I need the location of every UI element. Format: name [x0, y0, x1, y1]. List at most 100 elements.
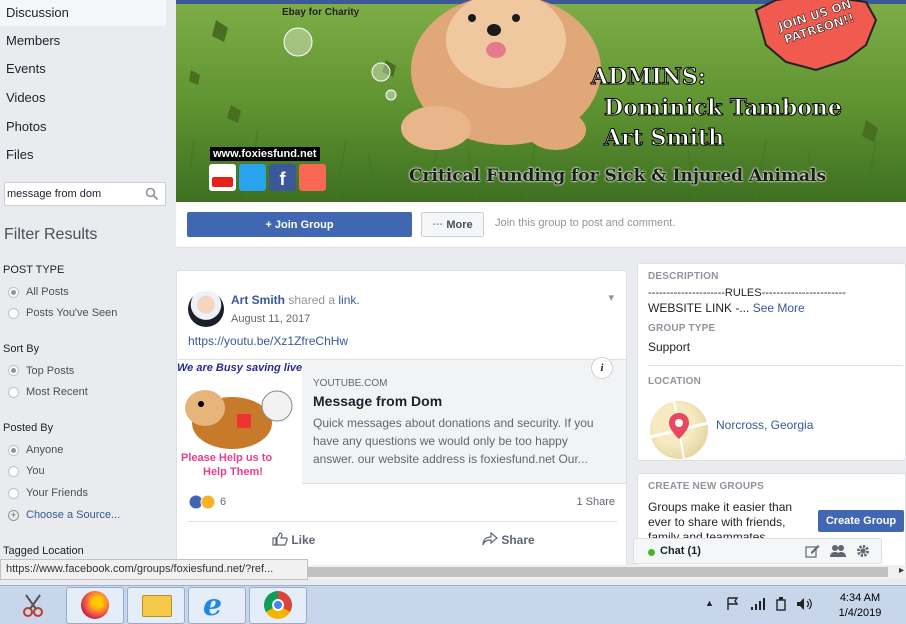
twitter-icon [239, 164, 266, 191]
chrome-icon [264, 591, 292, 619]
tagged-location-heading: Tagged Location [3, 545, 84, 557]
admin-name-1: Dominick Tambone [604, 95, 843, 122]
see-more-link[interactable]: See More [753, 301, 805, 315]
group-type-heading: GROUP TYPE [648, 323, 716, 334]
post-type-heading: POST TYPE [3, 264, 65, 276]
internet-explorer-button[interactable]: e [188, 587, 246, 624]
option-anyone[interactable]: Anyone [26, 444, 63, 456]
description-website: WEBSITE LINK -... [648, 301, 750, 315]
filter-results-heading: Filter Results [4, 226, 98, 243]
power-icon[interactable] [774, 597, 788, 614]
firefox-icon [81, 591, 109, 619]
facebook-icon: f [269, 164, 296, 191]
reaction-count[interactable]: 6 [220, 496, 226, 508]
show-hidden-icons-icon[interactable]: ▲ [705, 598, 714, 608]
author-verb: shared a [288, 293, 336, 307]
website-badge: www.foxiesfund.net [210, 147, 320, 161]
about-card: DESCRIPTION ---------------------RULES--… [637, 263, 906, 461]
thumbs-up-icon [272, 532, 288, 547]
scrollbar-thumb[interactable] [308, 567, 888, 577]
divider [648, 365, 903, 366]
shared-url-link[interactable]: https://youtu.be/Xz1ZfreChHw [188, 334, 348, 348]
nav-photos[interactable]: Photos [0, 114, 166, 140]
option-top-posts[interactable]: Top Posts [26, 365, 74, 377]
option-posts-seen[interactable]: Posts You've Seen [26, 307, 117, 319]
nav-files[interactable]: Files [0, 142, 166, 168]
signal-icon[interactable] [750, 597, 766, 614]
radio-your-friends[interactable] [8, 488, 19, 499]
horizontal-scrollbar[interactable]: ▸ [308, 565, 906, 579]
thumb-bottom-text-2: Help Them! [203, 466, 263, 478]
nav-videos[interactable]: Videos [0, 85, 166, 111]
browser-page: Discussion Members Events Videos Photos … [0, 0, 906, 624]
author-link[interactable]: Art Smith [231, 293, 285, 307]
nav-discussion[interactable]: Discussion [0, 0, 166, 26]
scroll-right-arrow-icon[interactable]: ▸ [899, 565, 904, 576]
chevron-down-icon[interactable]: ▾ [608, 291, 614, 304]
nav-members[interactable]: Members [0, 28, 166, 54]
snipping-tool-button[interactable] [4, 587, 62, 624]
system-clock[interactable]: 4:34 AM 1/4/2019 [825, 591, 895, 621]
choose-source-link[interactable]: Choose a Source... [26, 509, 120, 521]
file-explorer-button[interactable] [127, 587, 185, 624]
admins-label: ADMINS: [591, 64, 707, 91]
post-timestamp[interactable]: August 11, 2017 [231, 313, 310, 325]
share-button[interactable]: Share [482, 531, 535, 547]
group-cover-photo: Ebay for Charity JOIN US ON PATREON!! AD… [176, 0, 906, 202]
radio-all-posts[interactable] [8, 287, 19, 298]
firefox-button[interactable] [66, 587, 124, 624]
radio-most-recent[interactable] [8, 387, 19, 398]
reaction-icons[interactable] [188, 494, 218, 512]
group-chat-icon[interactable] [830, 544, 846, 561]
radio-posts-seen[interactable] [8, 308, 19, 319]
info-icon[interactable]: i [591, 357, 613, 379]
share-count[interactable]: 1 Share [576, 496, 615, 508]
group-action-bar: + Join Group ··· More Join this group to… [176, 202, 906, 248]
join-group-button[interactable]: + Join Group [187, 212, 412, 237]
radio-top-posts[interactable] [8, 365, 19, 376]
sort-by-heading: Sort By [3, 343, 40, 355]
option-most-recent[interactable]: Most Recent [26, 386, 88, 398]
radio-anyone[interactable] [8, 445, 19, 456]
online-status-dot [648, 549, 655, 556]
radio-you[interactable] [8, 466, 19, 477]
search-icon[interactable] [145, 187, 159, 204]
gear-icon[interactable] [856, 544, 870, 561]
posted-by-heading: Posted By [3, 422, 54, 434]
join-hint-text: Join this group to post and comment. [495, 217, 676, 229]
description-heading: DESCRIPTION [648, 271, 719, 282]
folder-icon [142, 595, 172, 617]
object-link[interactable]: link. [338, 293, 359, 307]
like-button[interactable]: Like [272, 532, 315, 547]
create-groups-heading: CREATE NEW GROUPS [648, 481, 764, 492]
ebay-charity-text: Ebay for Charity [282, 7, 360, 18]
cover-tagline: Critical Funding for Sick & Injured Anim… [409, 166, 827, 186]
preview-thumbnail[interactable]: We are Busy saving live Please Help us t… [177, 360, 302, 485]
link-preview[interactable]: We are Busy saving live Please Help us t… [177, 357, 626, 485]
clock-time: 4:34 AM [839, 592, 881, 604]
patreon-icon [299, 164, 326, 191]
chrome-button[interactable] [249, 587, 307, 624]
description-rules: ---------------------RULES--------------… [648, 287, 846, 299]
nav-events[interactable]: Events [0, 56, 166, 82]
scissors-icon [20, 593, 46, 622]
more-button[interactable]: ··· More [421, 212, 484, 237]
location-link[interactable]: Norcross, Georgia [716, 418, 813, 432]
plus-icon: + [8, 510, 19, 521]
chat-tab[interactable]: Chat (1) [633, 538, 882, 564]
compose-icon[interactable] [805, 544, 820, 561]
admin-name-2: Art Smith [603, 125, 725, 152]
more-dots-icon: ··· [432, 218, 447, 231]
group-search-input[interactable] [7, 186, 141, 202]
social-icons: f [209, 164, 327, 192]
flag-icon[interactable] [726, 597, 740, 614]
location-map[interactable] [650, 401, 708, 459]
option-you[interactable]: You [26, 465, 45, 477]
preview-title[interactable]: Message from Dom [313, 393, 442, 409]
thumb-top-text: We are Busy saving live [177, 362, 302, 374]
volume-icon[interactable] [796, 597, 812, 614]
option-your-friends[interactable]: Your Friends [26, 487, 88, 499]
avatar[interactable] [188, 291, 224, 327]
option-all-posts[interactable]: All Posts [26, 286, 69, 298]
create-group-button[interactable]: Create Group [818, 510, 904, 532]
